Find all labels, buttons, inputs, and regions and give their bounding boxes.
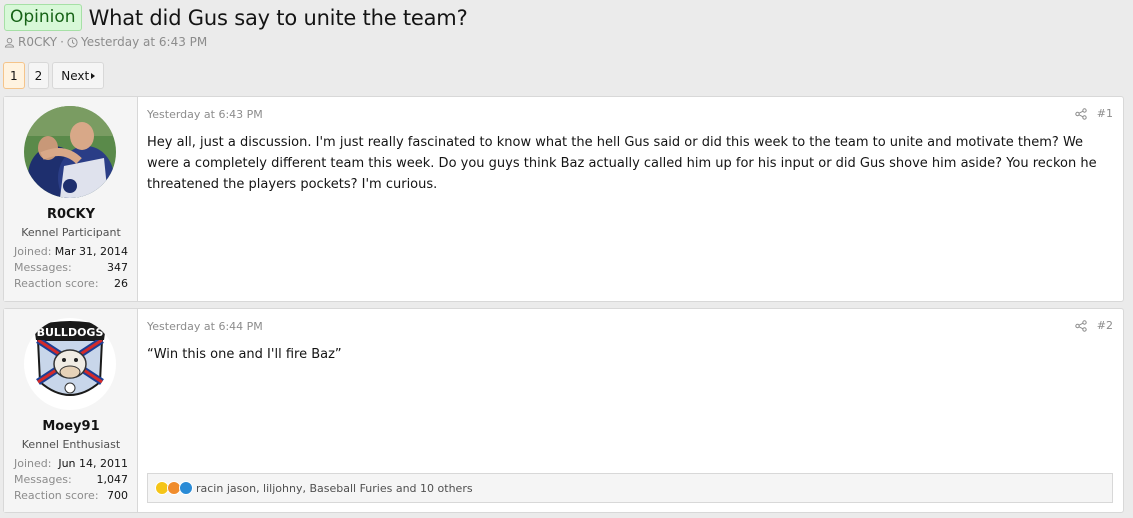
stat-messages: Messages: 347 xyxy=(14,261,128,274)
username-link[interactable]: Moey91 xyxy=(4,419,138,434)
post-actions: #1 xyxy=(1075,107,1113,120)
next-page-button[interactable]: Next xyxy=(52,62,105,89)
user-title: Kennel Enthusiast xyxy=(21,438,121,451)
reactions-text[interactable]: racin jason, liljohny, Baseball Furies a… xyxy=(196,482,473,495)
post-number-link[interactable]: #2 xyxy=(1097,319,1113,332)
stat-joined: Joined: Jun 14, 2011 xyxy=(14,457,128,470)
stat-messages: Messages: 1,047 xyxy=(14,473,128,486)
page-1-button[interactable]: 1 xyxy=(3,62,25,89)
share-icon[interactable] xyxy=(1075,107,1087,120)
meta-separator: · xyxy=(60,35,64,49)
like-reaction-icon xyxy=(179,481,193,495)
post-body: “Win this one and I'll fire Baz” xyxy=(147,347,342,362)
post-main-cell: Yesterday at 6:44 PM #2 “Win this one an… xyxy=(138,309,1123,512)
badge-text: BULLDOGS xyxy=(37,326,104,339)
user-icon xyxy=(4,37,15,48)
post-user-cell: R0CKY Kennel Participant Joined: Mar 31, … xyxy=(4,97,138,301)
post-number-link[interactable]: #1 xyxy=(1097,107,1113,120)
avatar[interactable] xyxy=(24,106,116,198)
thread-title: What did Gus say to unite the team? xyxy=(88,5,468,30)
pagination: 1 2 Next xyxy=(3,62,105,89)
stat-reaction-score: Reaction score: 700 xyxy=(14,489,128,502)
post-1: R0CKY Kennel Participant Joined: Mar 31, … xyxy=(3,96,1124,302)
post-body: Hey all, just a discussion. I'm just rea… xyxy=(147,135,1097,192)
clock-icon xyxy=(67,36,78,48)
username-link[interactable]: R0CKY xyxy=(4,207,138,222)
reactions-bar[interactable]: racin jason, liljohny, Baseball Furies a… xyxy=(147,473,1113,503)
stat-joined: Joined: Mar 31, 2014 xyxy=(14,245,128,258)
post-2: BULLDOGS Moey91 Kennel Enthusiast Joined… xyxy=(3,308,1124,513)
stat-reaction-score: Reaction score: 26 xyxy=(14,277,128,290)
reaction-icons xyxy=(155,481,193,495)
user-stats: Joined: Jun 14, 2011 Messages: 1,047 React… xyxy=(14,456,128,504)
thread-author-link[interactable]: R0CKY xyxy=(18,35,57,49)
post-main-cell: Yesterday at 6:43 PM #1 Hey all, just a … xyxy=(138,97,1123,301)
thread-prefix-badge[interactable]: Opinion xyxy=(4,4,82,31)
post-date-link[interactable]: Yesterday at 6:44 PM xyxy=(147,320,263,333)
thread-meta: R0CKY · Yesterday at 6:43 PM xyxy=(4,35,207,49)
caret-right-icon xyxy=(91,72,96,79)
user-title: Kennel Participant xyxy=(21,226,121,239)
post-actions: #2 xyxy=(1075,319,1113,332)
avatar[interactable]: BULLDOGS xyxy=(24,318,116,410)
post-user-cell: BULLDOGS Moey91 Kennel Enthusiast Joined… xyxy=(4,309,138,512)
post-date-link[interactable]: Yesterday at 6:43 PM xyxy=(147,108,263,121)
thread-date-link[interactable]: Yesterday at 6:43 PM xyxy=(81,35,207,49)
next-label: Next xyxy=(61,68,90,83)
user-stats: Joined: Mar 31, 2014 Messages: 347 Reactio… xyxy=(14,244,128,292)
share-icon[interactable] xyxy=(1075,319,1087,332)
thread-header: Opinion What did Gus say to unite the te… xyxy=(4,4,468,31)
page-2-button[interactable]: 2 xyxy=(27,62,50,89)
